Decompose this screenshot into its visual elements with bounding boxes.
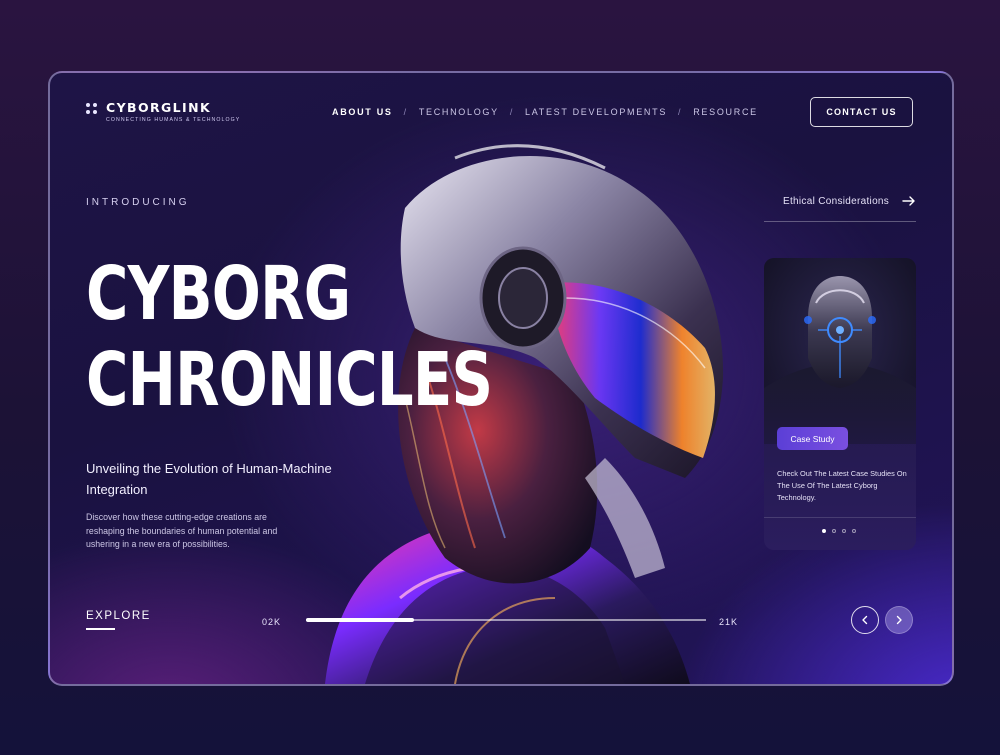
pagination-dot[interactable]	[842, 529, 846, 533]
progress-fill	[306, 618, 414, 622]
progress-track[interactable]	[306, 618, 706, 622]
arrow-right-icon[interactable]	[902, 195, 916, 207]
chevron-right-icon	[896, 615, 902, 625]
main-nav: ABOUT US / TECHNOLOGY / LATEST DEVELOPME…	[332, 107, 758, 117]
logo[interactable]: CYBORGLINK CONNECTING HUMANS & TECHNOLOG…	[86, 100, 240, 123]
nav-latest-developments[interactable]: LATEST DEVELOPMENTS	[525, 107, 667, 117]
logo-dots-icon	[86, 103, 98, 115]
nav-about-us[interactable]: ABOUT US	[332, 107, 393, 117]
divider	[764, 221, 916, 222]
progress-max-label: 21K	[719, 617, 739, 627]
contact-us-button[interactable]: CONTACT US	[810, 97, 913, 127]
pagination-dot[interactable]	[832, 529, 836, 533]
nav-resource[interactable]: RESOURCE	[693, 107, 758, 117]
chevron-left-icon	[862, 615, 868, 625]
page-title-line2: CHRONICLES	[86, 337, 493, 423]
pagination-dot[interactable]	[852, 529, 856, 533]
progress-min-label: 02K	[262, 617, 282, 627]
ethical-considerations-link[interactable]: Ethical Considerations	[783, 196, 889, 207]
card-divider	[764, 517, 916, 518]
cyborg-helmet-image	[764, 258, 916, 444]
next-button[interactable]	[885, 606, 913, 634]
logo-tagline: CONNECTING HUMANS & TECHNOLOGY	[106, 117, 241, 123]
case-study-button[interactable]: Case Study	[777, 427, 848, 450]
nav-separator: /	[678, 107, 683, 117]
nav-separator: /	[403, 107, 408, 117]
explore-link[interactable]: EXPLORE	[86, 610, 151, 622]
main-frame: CYBORGLINK CONNECTING HUMANS & TECHNOLOG…	[48, 71, 954, 686]
hero-subtitle: Unveiling the Evolution of Human-Machine…	[86, 461, 332, 497]
case-study-card[interactable]: Case Study Check Out The Latest Case Stu…	[764, 258, 916, 550]
case-study-text: Check Out The Latest Case Studies On The…	[777, 469, 907, 502]
pagination-dot[interactable]	[822, 529, 826, 533]
nav-technology[interactable]: TECHNOLOGY	[419, 107, 499, 117]
explore-underline	[86, 628, 115, 630]
page-title-line1: CYBORG	[86, 251, 351, 337]
nav-separator: /	[509, 107, 515, 117]
prev-button[interactable]	[851, 606, 879, 634]
hero-description: Discover how these cutting-edge creation…	[86, 512, 278, 549]
pagination-dots	[822, 529, 856, 533]
eyebrow-introducing: INTRODUCING	[86, 197, 190, 208]
logo-name: CYBORGLINK	[106, 100, 212, 115]
page-title: CYBORG CHRONICLES	[86, 251, 493, 423]
